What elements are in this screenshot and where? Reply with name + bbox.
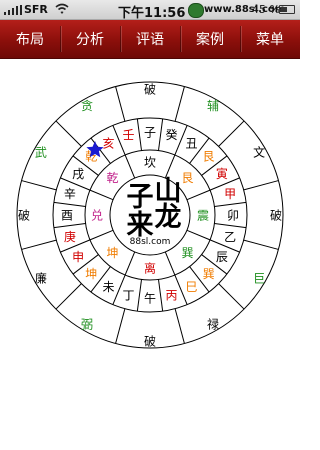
- tab-comments[interactable]: 评语: [120, 20, 180, 58]
- bagua-label: 艮: [181, 171, 193, 185]
- star-divider: [21, 239, 57, 250]
- mountain-label: 甲: [224, 187, 236, 201]
- mountain-divider: [214, 222, 247, 229]
- mountain-label: 坤: [85, 266, 97, 281]
- bagua-divider: [164, 154, 176, 179]
- star-label: 破: [144, 81, 156, 96]
- mountain-label: 庚: [64, 229, 76, 244]
- star-divider: [21, 180, 57, 191]
- clock: 下午11:56: [118, 6, 186, 21]
- star-label: 破: [144, 333, 156, 348]
- signal-strength-icon: [4, 5, 23, 15]
- mountain-label: 子: [144, 125, 156, 139]
- center-title: 子 山 来 龙 88sl.com: [127, 176, 182, 247]
- bagua-divider: [89, 229, 114, 241]
- star-divider: [174, 86, 185, 122]
- mountain-divider: [157, 279, 164, 312]
- star-label: 巨: [253, 271, 265, 285]
- mountain-divider: [53, 201, 86, 208]
- star-label: 破: [18, 207, 30, 222]
- mountain-divider: [53, 222, 86, 229]
- star-divider: [174, 308, 185, 344]
- mountain-label: 辛: [64, 187, 76, 201]
- star-divider: [115, 308, 126, 344]
- mountain-label: 戌: [72, 167, 84, 181]
- mountain-divider: [214, 201, 247, 208]
- mountain-label: 申: [72, 250, 84, 264]
- mountain-label: 亥: [102, 136, 114, 150]
- star-divider: [218, 120, 245, 147]
- mountain-label: 丑: [185, 136, 197, 150]
- bagua-label: 坤: [107, 245, 119, 260]
- mountain-label: 巽: [203, 267, 215, 281]
- battery-percent: 45 %: [252, 3, 280, 16]
- center-url: 88sl.com: [130, 237, 171, 247]
- tab-analysis[interactable]: 分析: [60, 20, 120, 58]
- star-label: 廉: [35, 270, 47, 285]
- mountain-divider: [136, 118, 143, 151]
- bagua-divider: [186, 229, 211, 241]
- bagua-divider: [124, 251, 136, 276]
- mountain-divider: [136, 279, 143, 312]
- star-divider: [243, 180, 279, 191]
- bagua-label: 坎: [144, 155, 156, 169]
- wifi-icon: [55, 3, 69, 14]
- star-divider: [115, 86, 126, 122]
- star-label: 辅: [207, 99, 219, 113]
- star-label: 破: [270, 207, 282, 222]
- star-label: 弼: [81, 317, 93, 331]
- star-divider: [218, 283, 245, 310]
- mountain-label: 癸: [165, 128, 177, 142]
- star-divider: [243, 239, 279, 250]
- carrier-name: SFR: [24, 3, 48, 16]
- mountain-divider: [157, 118, 164, 151]
- star-label: 武: [35, 145, 47, 159]
- mountain-label: 壬: [123, 128, 135, 142]
- bagua-label: 乾: [107, 171, 119, 185]
- mountain-label: 乙: [224, 230, 236, 244]
- site-logo-icon: [188, 3, 204, 18]
- bagua-label: 巽: [181, 246, 193, 260]
- tab-layout[interactable]: 布局: [0, 20, 60, 58]
- mountain-label: 未: [102, 280, 114, 294]
- center-title-char: 龙: [155, 202, 182, 233]
- star-divider: [55, 120, 82, 147]
- star-label: 禄: [207, 316, 219, 331]
- tab-bar: 布局 分析 评语 案例 菜单: [0, 20, 300, 59]
- bagua-divider: [89, 189, 114, 201]
- mountain-label: 巳: [185, 280, 197, 294]
- star-divider: [55, 283, 82, 310]
- tab-menu[interactable]: 菜单: [240, 20, 300, 58]
- bagua-label: 兑: [91, 208, 103, 222]
- battery-icon: [279, 5, 295, 14]
- mountain-label: 丙: [165, 288, 177, 302]
- mountain-label: 辰: [216, 250, 228, 264]
- bagua-divider: [124, 154, 136, 179]
- mountain-label: 卯: [227, 208, 239, 222]
- bagua-label: 震: [197, 208, 209, 222]
- mountain-label: 酉: [61, 208, 73, 222]
- bagua-label: 离: [144, 260, 156, 275]
- mountain-label: 寅: [216, 166, 228, 181]
- mountain-label: 艮: [203, 150, 215, 164]
- bagua-divider: [164, 251, 176, 276]
- bagua-divider: [186, 189, 211, 201]
- center-title-char: 子: [127, 182, 154, 213]
- mountain-label: 午: [144, 291, 156, 305]
- mountain-label: 丁: [123, 288, 135, 302]
- compass-chart[interactable]: 坎艮震巽离坤兑乾子 癸丑艮寅甲卯乙辰巽巳丙午丁未坤申庚酉辛戌乾亥壬破辅文破巨禄破弼…: [0, 58, 300, 450]
- star-label: 文: [253, 144, 265, 159]
- status-bar: SFR 下午11:56 www.88sl.com 45 %: [0, 0, 300, 21]
- tab-cases[interactable]: 案例: [180, 20, 240, 58]
- star-label: 贪: [81, 98, 93, 113]
